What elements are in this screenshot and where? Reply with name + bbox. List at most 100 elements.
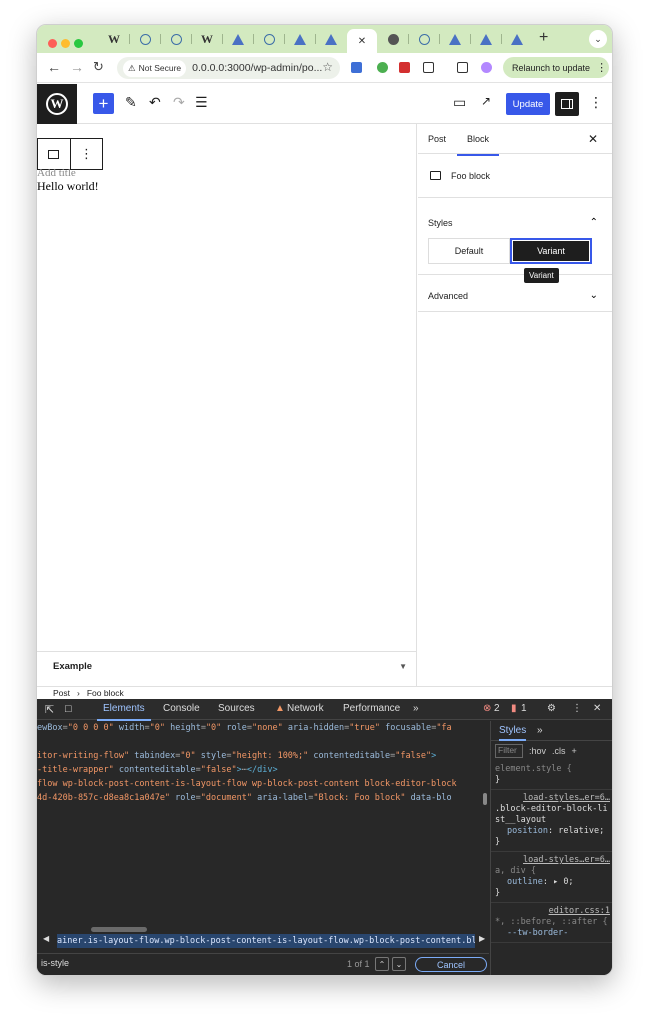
close-tab-icon[interactable]: ✕ — [358, 36, 366, 47]
chevron-down-icon[interactable]: ⌄ — [590, 290, 598, 301]
settings-sidebar-toggle-icon[interactable] — [555, 92, 579, 116]
vertical-scrollbar[interactable] — [483, 793, 487, 805]
settings-gear-icon[interactable]: ⚙ — [547, 703, 556, 714]
meta-box-header[interactable]: Example ▼ — [37, 651, 417, 681]
document-overview-icon[interactable]: ☰ — [195, 94, 208, 111]
style-rule[interactable]: element.style { } — [491, 761, 612, 790]
dom-node-line[interactable]: -title-wrapper" contenteditable="false">… — [37, 763, 485, 777]
style-variant-button[interactable]: Variant — [510, 238, 592, 264]
style-default-button[interactable]: Default — [428, 238, 510, 264]
rule-source[interactable]: load-styles…er=6… — [495, 793, 610, 804]
relaunch-button[interactable]: Relaunch to update ⋮ — [503, 57, 609, 78]
breadcrumb-post[interactable]: Post — [53, 688, 70, 698]
cls-toggle[interactable]: .cls — [552, 746, 566, 756]
browser-tab[interactable] — [316, 30, 346, 48]
rule-property[interactable]: --tw-border- — [507, 928, 568, 938]
extension-icon[interactable] — [377, 62, 388, 73]
browser-tab[interactable] — [130, 30, 160, 48]
security-chip[interactable]: ⚠ Not Secure — [123, 59, 187, 77]
styles-filter-input[interactable]: Filter — [495, 744, 523, 758]
bookmark-star-icon[interactable]: ☆ — [322, 60, 333, 74]
browser-tab[interactable]: W — [192, 30, 222, 48]
back-arrow-icon[interactable]: ← — [47, 59, 61, 75]
breadcrumb-foo-block[interactable]: Foo block — [87, 688, 124, 698]
close-window-button[interactable] — [48, 39, 57, 48]
preview-desktop-icon[interactable]: ▭ — [453, 94, 466, 111]
tab-search-chevron-icon[interactable]: ⌄ — [589, 30, 607, 48]
tab-sources[interactable]: Sources — [218, 703, 255, 714]
browser-tab[interactable] — [440, 30, 470, 48]
browser-tab[interactable]: W — [99, 30, 129, 48]
more-tabs-icon[interactable]: » — [413, 703, 419, 714]
error-count[interactable]: 2 — [494, 703, 500, 714]
browser-tab[interactable] — [223, 30, 253, 48]
url-text[interactable]: 0.0.0.0:3000/wp-admin/po... — [192, 62, 322, 74]
forward-arrow-icon[interactable]: → — [70, 59, 84, 75]
options-kebab-icon[interactable]: ⋮ — [589, 94, 603, 111]
advanced-panel-header[interactable]: Advanced — [418, 281, 612, 311]
browser-tab[interactable] — [378, 30, 408, 48]
find-input[interactable]: is-style — [41, 958, 69, 968]
undo-icon[interactable]: ↶ — [149, 94, 161, 111]
reload-icon[interactable]: ↻ — [93, 59, 104, 75]
wordpress-logo-icon[interactable]: W — [37, 84, 77, 124]
close-devtools-icon[interactable]: ✕ — [593, 703, 601, 714]
style-rule[interactable]: load-styles…er=6… a, div { outline: ▸ 0;… — [491, 852, 612, 903]
find-previous-icon[interactable]: ⌃ — [375, 957, 389, 971]
rule-source[interactable]: load-styles…er=6… — [495, 855, 610, 866]
tab-network[interactable]: Network — [287, 703, 324, 714]
tab-block[interactable]: Block — [456, 134, 500, 156]
block-type-icon[interactable] — [38, 139, 70, 169]
browser-tab[interactable] — [409, 30, 439, 48]
horizontal-scrollbar[interactable] — [91, 927, 147, 932]
inspect-element-icon[interactable]: ⇱ — [45, 703, 54, 716]
chevron-up-icon[interactable]: ⌃ — [590, 217, 598, 228]
find-cancel-button[interactable]: Cancel — [415, 957, 487, 972]
maximize-window-button[interactable] — [74, 39, 83, 48]
post-title-placeholder[interactable]: Add title — [37, 167, 76, 179]
new-tab-button[interactable]: + — [539, 29, 548, 47]
tab-elements[interactable]: Elements — [97, 703, 151, 721]
close-icon[interactable]: ✕ — [588, 132, 598, 146]
warning-count[interactable]: 1 — [521, 703, 527, 714]
address-bar[interactable]: ⚠ Not Secure 0.0.0.0:3000/wp-admin/po... … — [117, 57, 340, 79]
rule-value[interactable]: ▸ 0; — [553, 877, 573, 887]
dom-node-line[interactable] — [37, 735, 485, 749]
dom-node-line[interactable]: 4d-420b-857c-d8ea8c1a047e" role="documen… — [37, 791, 485, 805]
dom-node-line[interactable]: ewBox="0 0 0 0" width="0" height="0" rol… — [37, 721, 485, 735]
block-inserter-button[interactable]: + — [93, 93, 114, 114]
style-rule[interactable]: load-styles…er=6… .block-editor-block-li… — [491, 790, 612, 852]
caret-down-icon[interactable]: ▼ — [399, 662, 407, 671]
foo-block-content[interactable]: Hello world! — [37, 179, 99, 194]
tools-pen-icon[interactable]: ✎ — [125, 94, 137, 111]
update-button[interactable]: Update — [506, 93, 550, 115]
tab-performance[interactable]: Performance — [343, 703, 400, 714]
style-rule[interactable]: editor.css:1 *, ::before, ::after { --tw… — [491, 903, 612, 943]
tab-styles[interactable]: Styles — [499, 725, 527, 741]
view-post-external-icon[interactable]: ↗ — [481, 94, 491, 108]
tab-active[interactable]: ✕ — [347, 29, 377, 53]
minimize-window-button[interactable] — [61, 39, 70, 48]
dom-path-breadcrumb[interactable]: ainer.is-layout-flow.wp-block-post-conte… — [57, 934, 475, 948]
dom-node-line[interactable]: itor-writing-flow" tabindex="0" style="h… — [37, 749, 485, 763]
breadcrumb-left-icon[interactable]: ◀ — [43, 934, 49, 943]
tab-post[interactable]: Post — [428, 134, 446, 144]
more-panes-icon[interactable]: » — [537, 725, 543, 736]
device-toolbar-icon[interactable]: □ — [65, 703, 72, 715]
breadcrumb-right-icon[interactable]: ▶ — [479, 934, 485, 943]
tab-console[interactable]: Console — [163, 703, 200, 714]
hov-toggle[interactable]: :hov — [529, 746, 546, 756]
new-rule-icon[interactable]: + — [572, 746, 577, 756]
browser-tab[interactable] — [471, 30, 501, 48]
puzzle-icon[interactable] — [423, 62, 434, 73]
extension-icon[interactable] — [351, 62, 362, 73]
block-options-kebab-icon[interactable]: ⋮ — [69, 139, 102, 169]
dom-node-line[interactable]: flow wp-block-post-content-is-layout-flo… — [37, 777, 485, 791]
rule-value[interactable]: relative; — [558, 826, 604, 836]
browser-tab[interactable] — [254, 30, 284, 48]
side-panel-icon[interactable] — [457, 62, 468, 73]
extension-icon[interactable] — [399, 62, 410, 73]
devtools-kebab-icon[interactable]: ⋮ — [572, 703, 582, 714]
rule-property[interactable]: outline — [507, 877, 543, 887]
profile-avatar[interactable] — [481, 62, 492, 73]
